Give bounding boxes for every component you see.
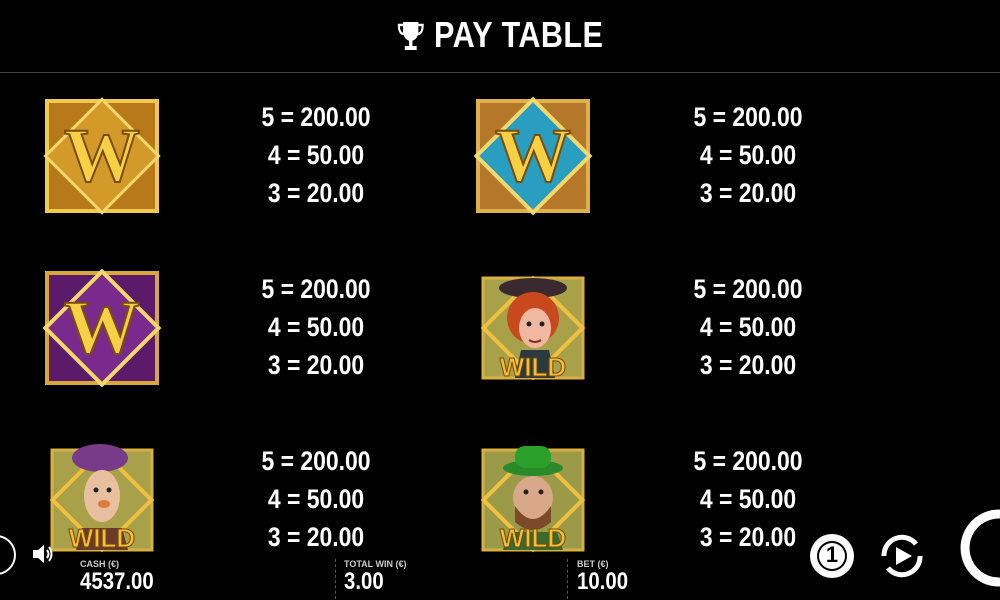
coin-value-button[interactable]: 1 xyxy=(808,532,856,580)
wild-label: WILD xyxy=(499,352,567,383)
svg-text:W: W xyxy=(495,114,571,198)
wild-label: WILD xyxy=(499,523,567,554)
payout-3: 3 = 20.00 xyxy=(267,350,365,380)
blue-w-symbol: W xyxy=(473,96,593,216)
payout-5: 5 = 200.00 xyxy=(261,102,371,132)
gold-w-symbol: W xyxy=(43,97,161,215)
total-win-value: 3.00 xyxy=(344,568,384,595)
speaker-icon[interactable] xyxy=(30,541,56,567)
payout-4: 4 = 50.00 xyxy=(699,484,797,514)
payout-3: 3 = 20.00 xyxy=(699,350,797,380)
payout-4: 4 = 50.00 xyxy=(699,140,797,170)
trophy-icon xyxy=(398,22,425,50)
page-title: PAY TABLE xyxy=(75,14,925,56)
payout-5: 5 = 200.00 xyxy=(693,274,803,304)
cash-value: 4537.00 xyxy=(80,568,154,595)
payout-4: 4 = 50.00 xyxy=(267,484,365,514)
purple-w-symbol: W xyxy=(42,268,162,388)
svg-text:W: W xyxy=(64,114,140,198)
spin-icon[interactable] xyxy=(950,500,1000,600)
coin-value: 1 xyxy=(825,542,839,567)
payout-4: 4 = 50.00 xyxy=(699,312,797,342)
payout-3: 3 = 20.00 xyxy=(699,178,797,208)
payout-5: 5 = 200.00 xyxy=(693,102,803,132)
payout-3: 3 = 20.00 xyxy=(267,178,365,208)
payout-4: 4 = 50.00 xyxy=(267,312,365,342)
svg-text:W: W xyxy=(64,286,140,370)
payout-5: 5 = 200.00 xyxy=(261,274,371,304)
autoplay-icon[interactable] xyxy=(876,530,928,582)
payout-3: 3 = 20.00 xyxy=(699,522,797,552)
bet-value: 10.00 xyxy=(577,568,629,595)
payout-5: 5 = 200.00 xyxy=(261,446,371,476)
header: PAY TABLE xyxy=(0,0,1000,73)
payout-3: 3 = 20.00 xyxy=(267,522,365,552)
wild-label: WILD xyxy=(68,523,136,554)
payout-5: 5 = 200.00 xyxy=(693,446,803,476)
payout-4: 4 = 50.00 xyxy=(267,140,365,170)
